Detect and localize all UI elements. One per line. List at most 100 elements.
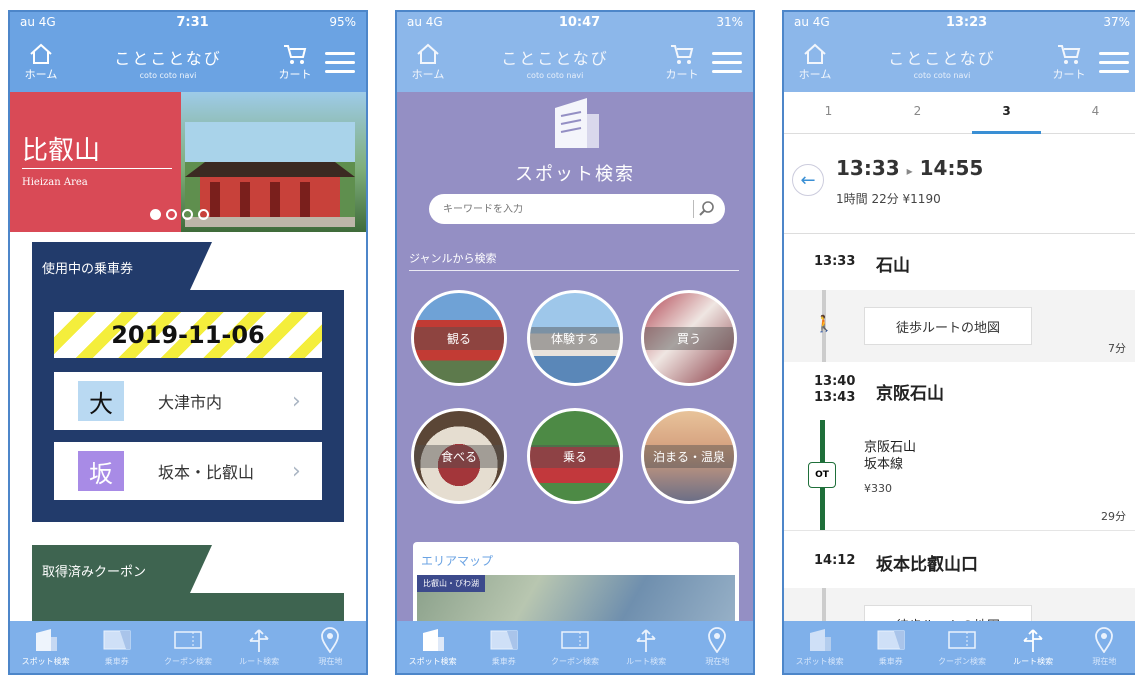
stop-time-depart: 13:43 bbox=[814, 390, 856, 405]
tab-route-3[interactable]: 3 bbox=[962, 92, 1051, 134]
stop-name: 京阪石山 bbox=[876, 384, 944, 404]
tab-tickets[interactable]: 乗車券 bbox=[469, 627, 539, 667]
train-segment: OT 京阪石山 坂本線 ¥330 29分 bbox=[784, 420, 1135, 530]
cart-button[interactable]: カート bbox=[270, 42, 320, 82]
tab-route-search[interactable]: ルート検索 bbox=[611, 627, 681, 667]
tab-label: スポット検索 bbox=[795, 657, 844, 666]
tab-label: 現在地 bbox=[1092, 657, 1117, 666]
tab-spot-search[interactable]: スポット検索 bbox=[785, 627, 855, 667]
tab-coupon-search[interactable]: クーポン検索 bbox=[153, 627, 223, 667]
brand-title: ことことなび bbox=[501, 48, 609, 68]
tab-coupon-search[interactable]: クーポン検索 bbox=[540, 627, 610, 667]
home-label: ホーム bbox=[798, 68, 832, 81]
bottom-tab-bar: スポット検索 乗車券 クーポン検索 ルート検索 現在地 bbox=[10, 621, 366, 673]
cart-icon bbox=[671, 45, 694, 64]
home-label: ホーム bbox=[411, 68, 445, 81]
bottom-tab-bar: スポット検索 乗車券 クーポン検索 ルート検索 現在地 bbox=[784, 621, 1135, 673]
tab-current-location[interactable]: 現在地 bbox=[1069, 627, 1135, 667]
genre-stay-onsen[interactable]: 泊まる・温泉 bbox=[641, 408, 737, 504]
walk-segment: 🚶 徒歩ルートの地図 7分 bbox=[784, 290, 1135, 362]
tab-route-4[interactable]: 4 bbox=[1051, 92, 1135, 133]
search-input[interactable] bbox=[443, 203, 693, 215]
carousel-dot[interactable] bbox=[150, 209, 161, 220]
carousel-dot[interactable] bbox=[166, 209, 177, 220]
stop-time: 13:33 bbox=[814, 254, 856, 269]
home-button[interactable]: ホーム bbox=[403, 42, 453, 82]
tab-route-search[interactable]: ルート検索 bbox=[998, 627, 1068, 667]
back-arrow-icon[interactable]: ← bbox=[792, 164, 824, 196]
coupon-icon bbox=[948, 631, 976, 649]
status-bar: au 4G 10:47 31% bbox=[397, 12, 753, 32]
route-icon bbox=[636, 629, 656, 652]
tab-route-1[interactable]: 1 bbox=[784, 92, 873, 133]
menu-button[interactable] bbox=[707, 51, 747, 73]
clock: 10:47 bbox=[558, 14, 601, 30]
tab-spot-search[interactable]: スポット検索 bbox=[398, 627, 468, 667]
cart-button[interactable]: カート bbox=[1044, 42, 1094, 82]
status-bar: au 4G 7:31 95% bbox=[10, 12, 366, 32]
stop-ishiyama: 13:33 石山 bbox=[784, 234, 1135, 290]
route-duration-fare: 1時間 22分 ¥1190 bbox=[836, 192, 941, 206]
screen-spot-search: au 4G 10:47 31% ホーム ことことなび coto coto nav… bbox=[395, 10, 755, 675]
genre-ride[interactable]: 乗る bbox=[527, 408, 623, 504]
tab-current-location[interactable]: 現在地 bbox=[295, 627, 365, 667]
search-icon[interactable] bbox=[693, 200, 719, 218]
ticket-row-otsu[interactable]: 大 大津市内 › bbox=[54, 372, 322, 430]
genre-experience[interactable]: 体験する bbox=[527, 290, 623, 386]
divider bbox=[409, 270, 739, 271]
location-pin-icon bbox=[1095, 627, 1114, 653]
home-button[interactable]: ホーム bbox=[790, 42, 840, 82]
route-times: 13:33 ▸ 14:55 bbox=[836, 156, 983, 180]
hero-banner[interactable]: 比叡山 Hieizan Area bbox=[10, 92, 366, 232]
keyword-search[interactable] bbox=[429, 194, 725, 224]
battery-label: 31% bbox=[716, 15, 743, 29]
tab-route-2[interactable]: 2 bbox=[873, 92, 962, 133]
train-line-sub: 坂本線 bbox=[864, 457, 904, 472]
ticket-icon bbox=[490, 630, 518, 650]
genre-label: 観る bbox=[414, 326, 504, 350]
stop-keihan-ishiyama: 13:40 13:43 京阪石山 bbox=[784, 362, 1135, 420]
carrier-label: au 4G bbox=[407, 15, 443, 29]
cart-label: カート bbox=[1052, 68, 1086, 81]
genre-label: 乗る bbox=[530, 444, 620, 468]
building-icon bbox=[555, 98, 599, 148]
tab-route-search[interactable]: ルート検索 bbox=[224, 627, 294, 667]
tab-label: 現在地 bbox=[705, 657, 730, 666]
tab-current-location[interactable]: 現在地 bbox=[682, 627, 752, 667]
tab-label: スポット検索 bbox=[21, 657, 70, 666]
carousel-dot[interactable] bbox=[182, 209, 193, 220]
genre-shop[interactable]: 買う bbox=[641, 290, 737, 386]
ticket-date-text: 2019-11-06 bbox=[111, 321, 265, 349]
ticket-icon bbox=[103, 630, 131, 650]
arrow-right-icon: ▸ bbox=[906, 164, 913, 178]
area-map-label: 比叡山・びわ湖 bbox=[417, 575, 485, 592]
coupon-icon bbox=[561, 631, 589, 649]
home-label: ホーム bbox=[24, 68, 58, 81]
app-header: ホーム ことことなび coto coto navi カート bbox=[784, 32, 1135, 92]
stop-name: 坂本比叡山口 bbox=[876, 555, 978, 575]
carrier-label: au 4G bbox=[794, 15, 830, 29]
carousel-dot[interactable] bbox=[198, 209, 209, 220]
genre-label: 買う bbox=[644, 326, 734, 350]
home-button[interactable]: ホーム bbox=[16, 42, 66, 82]
walk-map-button[interactable]: 徒歩ルートの地図 bbox=[864, 307, 1032, 345]
genre-see[interactable]: 観る bbox=[411, 290, 507, 386]
menu-button[interactable] bbox=[320, 51, 360, 73]
tab-label: クーポン検索 bbox=[937, 657, 986, 666]
ticket-date: 2019-11-06 bbox=[54, 312, 322, 358]
building-icon bbox=[809, 629, 831, 651]
train-duration: 29分 bbox=[1101, 510, 1126, 523]
menu-button[interactable] bbox=[1094, 51, 1134, 73]
ticket-row-sakamoto[interactable]: 坂 坂本・比叡山 › bbox=[54, 442, 322, 500]
stop-time: 13:40 bbox=[814, 374, 856, 389]
tab-spot-search[interactable]: スポット検索 bbox=[11, 627, 81, 667]
tab-label: ルート検索 bbox=[1013, 657, 1054, 666]
carousel-dots[interactable] bbox=[150, 209, 209, 220]
carrier-label: au 4G bbox=[20, 15, 56, 29]
screen-home: au 4G 7:31 95% ホーム ことことなび coto coto navi… bbox=[8, 10, 368, 675]
tab-tickets[interactable]: 乗車券 bbox=[82, 627, 152, 667]
tab-tickets[interactable]: 乗車券 bbox=[856, 627, 926, 667]
genre-eat[interactable]: 食べる bbox=[411, 408, 507, 504]
cart-button[interactable]: カート bbox=[657, 42, 707, 82]
tab-coupon-search[interactable]: クーポン検索 bbox=[927, 627, 997, 667]
